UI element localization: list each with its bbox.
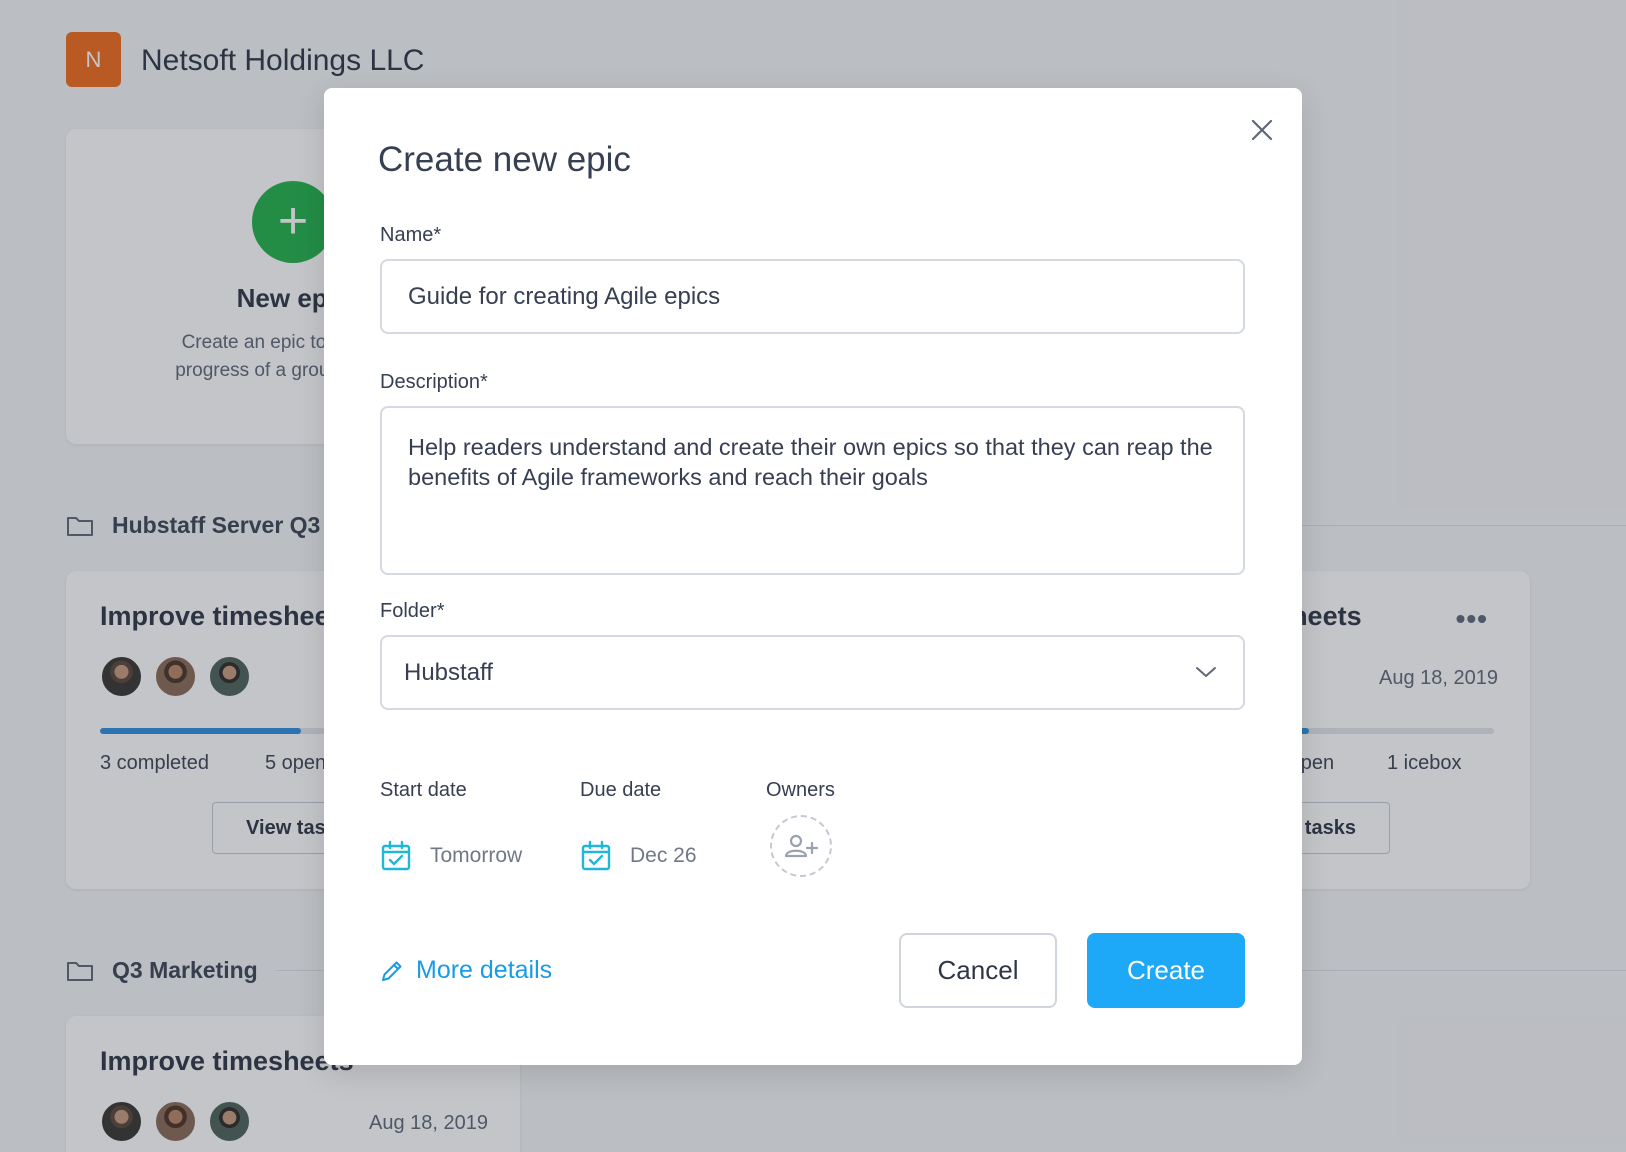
folder-label: Folder* — [380, 600, 445, 622]
create-button[interactable]: Create — [1087, 933, 1245, 1008]
add-owner-button[interactable] — [770, 815, 832, 877]
close-icon[interactable] — [1244, 112, 1280, 148]
start-date-label: Start date — [380, 779, 467, 801]
name-label: Name* — [380, 224, 442, 246]
cancel-button[interactable]: Cancel — [899, 933, 1057, 1008]
calendar-icon — [381, 840, 411, 871]
description-textarea[interactable]: Help readers understand and create their… — [380, 406, 1245, 575]
due-date-value: Dec 26 — [630, 844, 697, 867]
owners-label: Owners — [766, 779, 835, 801]
start-date-value: Tomorrow — [430, 844, 523, 867]
pencil-icon — [382, 961, 402, 981]
folder-select-value: Hubstaff — [404, 659, 493, 686]
start-date-picker[interactable]: Tomorrow — [380, 840, 522, 872]
folder-select[interactable]: Hubstaff — [380, 635, 1245, 710]
app-page: N Netsoft Holdings LLC + New epic Create… — [0, 0, 1626, 1152]
due-date-label: Due date — [580, 779, 662, 801]
calendar-icon — [581, 840, 611, 871]
chevron-down-icon — [1196, 667, 1216, 677]
create-epic-modal: Create new epic Name* Guide for creating… — [324, 88, 1302, 1065]
due-date-picker[interactable]: Dec 26 — [580, 840, 697, 872]
add-user-icon — [784, 834, 818, 858]
name-input[interactable]: Guide for creating Agile epics — [380, 259, 1245, 334]
more-details-link[interactable]: More details — [380, 956, 552, 985]
modal-title: Create new epic — [378, 140, 631, 179]
description-label: Description* — [380, 371, 488, 393]
more-details-label: More details — [416, 956, 553, 984]
